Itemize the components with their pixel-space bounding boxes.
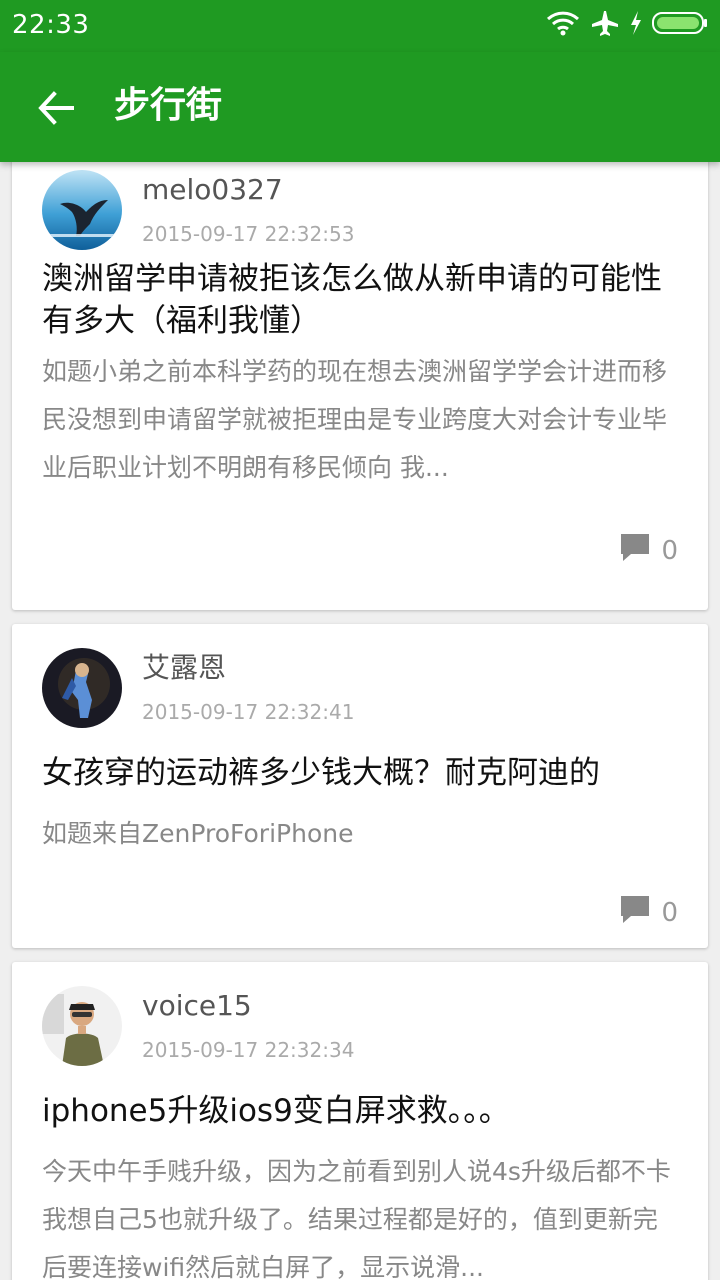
post-body[interactable]: 今天中午手贱升级，因为之前看到别人说4s升级后都不卡我想自己5也就升级了。结果过… — [42, 1148, 682, 1280]
airplane-mode-icon — [590, 9, 620, 41]
status-bar: 22:33 — [0, 0, 720, 52]
wifi-icon — [546, 10, 580, 40]
post-card[interactable]: voice15 2015-09-17 22:32:34 iphone5升级ios… — [12, 962, 708, 1280]
app-bar: 步行街 — [0, 52, 720, 162]
comment-count[interactable]: 0 — [619, 894, 678, 931]
username[interactable]: 艾露恩 — [142, 650, 226, 686]
post-title[interactable]: 澳洲留学申请被拒该怎么做从新申请的可能性有多大（福利我懂） — [42, 258, 682, 342]
post-timestamp: 2015-09-17 22:32:41 — [142, 700, 355, 724]
comment-icon — [619, 532, 651, 569]
comment-count-value: 0 — [661, 535, 678, 566]
post-body[interactable]: 如题小弟之前本科学药的现在想去澳洲留学学会计进而移民没想到申请留学就被拒理由是专… — [42, 348, 682, 494]
post-feed[interactable]: melo0327 2015-09-17 22:32:53 澳洲留学申请被拒该怎么… — [0, 162, 720, 1280]
comment-count-value: 0 — [661, 897, 678, 928]
username[interactable]: melo0327 — [142, 172, 283, 208]
username[interactable]: voice15 — [142, 988, 252, 1024]
status-icons — [546, 10, 708, 40]
battery-icon — [652, 11, 708, 39]
comment-count[interactable]: 0 — [619, 532, 678, 569]
comment-icon — [619, 894, 651, 931]
post-timestamp: 2015-09-17 22:32:34 — [142, 1038, 355, 1062]
post-card[interactable]: melo0327 2015-09-17 22:32:53 澳洲留学申请被拒该怎么… — [12, 162, 708, 610]
user-avatar[interactable] — [42, 986, 122, 1066]
post-body[interactable]: 如题来自ZenProForiPhone — [42, 810, 682, 858]
post-title[interactable]: iphone5升级ios9变白屏求救。。。 — [42, 1090, 682, 1132]
user-avatar[interactable] — [42, 170, 122, 250]
user-avatar[interactable] — [42, 648, 122, 728]
status-time: 22:33 — [12, 10, 90, 40]
post-title[interactable]: 女孩穿的运动裤多少钱大概？耐克阿迪的 — [42, 752, 682, 794]
page-title: 步行街 — [114, 85, 223, 126]
post-timestamp: 2015-09-17 22:32:53 — [142, 222, 355, 246]
charging-icon — [630, 11, 642, 39]
post-card[interactable]: 艾露恩 2015-09-17 22:32:41 女孩穿的运动裤多少钱大概？耐克阿… — [12, 624, 708, 948]
back-arrow-icon[interactable] — [36, 88, 76, 128]
